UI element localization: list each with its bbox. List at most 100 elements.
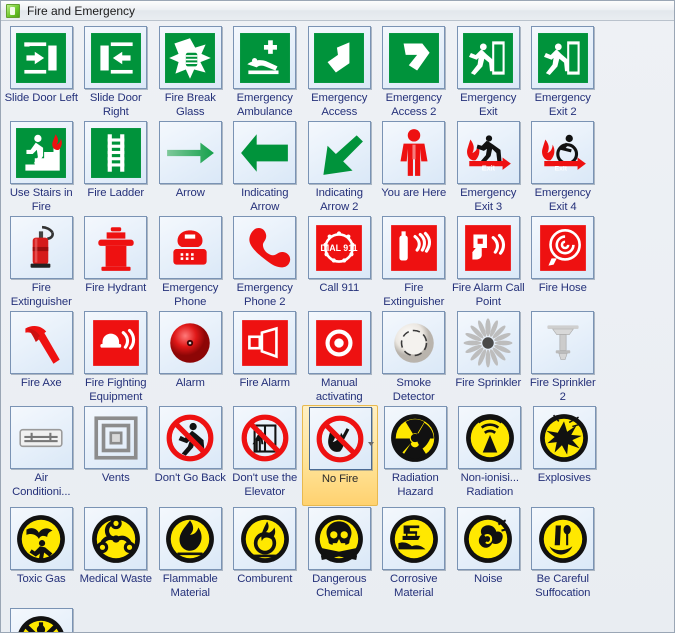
shape-tile[interactable]: Slide Door Left — [4, 25, 79, 120]
shape-tile[interactable]: Use Stairs in Fire — [4, 120, 79, 215]
indicating-arrow-icon[interactable] — [233, 121, 297, 184]
shape-tile[interactable]: Comburent — [228, 506, 303, 607]
shape-tile[interactable]: Indicating Arrow 2 — [302, 120, 377, 215]
shape-tile[interactable]: Fire Extinguisher — [377, 215, 452, 310]
shape-tile[interactable]: Emergency Phone 2 — [228, 215, 303, 310]
emergency-exit-icon[interactable] — [456, 26, 520, 89]
shape-tile[interactable]: Emergency Exit — [451, 25, 526, 120]
shape-tile[interactable]: No Fire — [302, 405, 378, 506]
shape-tile[interactable]: Exit Emergency Exit 3 — [451, 120, 526, 215]
fire-alarm-call-point-icon[interactable] — [456, 216, 520, 279]
noise-icon[interactable] — [456, 507, 520, 570]
dont-go-back-icon[interactable] — [158, 406, 222, 469]
flammable-material-icon[interactable] — [158, 507, 222, 570]
dont-use-elevator-icon[interactable] — [233, 406, 297, 469]
shape-tile[interactable]: DIAL 911 Call 911 — [302, 215, 377, 310]
shape-tile[interactable]: Emergency Ambulance — [228, 25, 303, 120]
shape-tile[interactable]: Fire Fighting Equipment — [79, 310, 154, 405]
shape-tile[interactable]: Manual activating — [302, 310, 377, 405]
shape-tile[interactable]: Dangerous Chemical — [302, 506, 377, 607]
shape-tile-label: Alarm — [175, 377, 205, 389]
emergency-exit-4-icon[interactable]: Exit — [531, 121, 595, 184]
slide-door-right-icon[interactable] — [84, 26, 148, 89]
shape-tile[interactable]: Medical Waste — [79, 506, 154, 607]
shape-tile[interactable]: Air Conditioni... — [4, 405, 79, 500]
shape-tile[interactable]: Emergency Phone — [153, 215, 228, 310]
fire-break-glass-icon[interactable] — [158, 26, 222, 89]
dangerous-chemical-icon[interactable] — [307, 507, 371, 570]
shape-tile[interactable]: Harmful Goods — [4, 607, 79, 632]
shape-tile[interactable]: Alarm — [153, 310, 228, 405]
emergency-access-icon[interactable] — [307, 26, 371, 89]
vents-icon[interactable] — [84, 406, 148, 469]
shape-tile[interactable]: Slide Door Right — [79, 25, 154, 120]
shape-tile[interactable]: Fire Hydrant — [79, 215, 154, 310]
shape-tile[interactable]: Corrosive Material — [377, 506, 452, 601]
shape-tile[interactable]: Fire Extinguisher — [4, 215, 79, 310]
fire-fighting-equipment-icon[interactable] — [84, 311, 148, 374]
fire-sprinkler-icon[interactable] — [456, 311, 520, 374]
shape-tile[interactable]: Fire Alarm Call Point — [451, 215, 526, 310]
fire-ladder-icon[interactable] — [84, 121, 148, 184]
shape-tile[interactable]: Toxic Gas — [4, 506, 79, 607]
shape-tile[interactable]: Smoke Detector — [377, 310, 452, 405]
non-ionising-radiation-icon[interactable] — [458, 406, 522, 469]
emergency-exit-3-icon[interactable]: Exit — [456, 121, 520, 184]
shape-tile[interactable]: Vents — [79, 405, 154, 500]
shape-tile[interactable]: Radiation Hazard — [378, 405, 453, 506]
shape-tile[interactable]: Fire Sprinkler — [451, 310, 526, 405]
shape-tile[interactable]: You are Here — [377, 120, 452, 215]
smoke-detector-icon[interactable] — [382, 311, 446, 374]
chevron-down-icon[interactable] — [368, 442, 374, 446]
shape-tile[interactable]: Emergency Exit 2 — [526, 25, 601, 120]
shape-tile[interactable]: Explosives — [527, 405, 602, 506]
shape-tile[interactable]: Fire Ladder — [79, 120, 154, 215]
shape-tile[interactable]: Arrow — [153, 120, 228, 215]
medical-waste-icon[interactable] — [84, 507, 148, 570]
be-careful-suffocation-icon[interactable] — [531, 507, 595, 570]
alarm-bell-icon[interactable] — [158, 311, 222, 374]
fire-extinguisher-photo-icon[interactable] — [9, 216, 73, 279]
shape-tile[interactable]: Fire Axe — [4, 310, 79, 405]
fire-hydrant-icon[interactable] — [84, 216, 148, 279]
fire-sprinkler-2-icon[interactable] — [531, 311, 595, 374]
shape-tile[interactable]: Flammable Material — [153, 506, 228, 607]
toxic-gas-icon[interactable] — [9, 507, 73, 570]
fire-hose-icon[interactable] — [531, 216, 595, 279]
shape-tile[interactable]: Fire Sprinkler 2 — [526, 310, 601, 405]
emergency-phone-icon[interactable] — [158, 216, 222, 279]
shape-tile[interactable]: Fire Break Glass — [153, 25, 228, 120]
shape-tile[interactable]: Exit Emergency Exit 4 — [526, 120, 601, 215]
call-911-icon[interactable]: DIAL 911 — [307, 216, 371, 279]
emergency-ambulance-icon[interactable] — [233, 26, 297, 89]
harmful-goods-icon[interactable] — [9, 608, 73, 632]
shape-tile[interactable]: Be Careful Suffocation — [526, 506, 601, 601]
shape-tile[interactable]: Noise — [451, 506, 526, 601]
emergency-exit-2-icon[interactable] — [531, 26, 595, 89]
no-fire-icon[interactable] — [308, 407, 372, 470]
you-are-here-icon[interactable] — [382, 121, 446, 184]
indicating-arrow-2-icon[interactable] — [307, 121, 371, 184]
emergency-phone-2-icon[interactable] — [233, 216, 297, 279]
arrow-icon[interactable] — [158, 121, 222, 184]
shape-tile[interactable]: Non-ionisi... Radiation — [453, 405, 528, 506]
air-conditioning-icon[interactable] — [9, 406, 73, 469]
manual-activating-icon[interactable] — [307, 311, 371, 374]
shape-tile[interactable]: Indicating Arrow — [228, 120, 303, 215]
shape-tile[interactable]: Emergency Access 2 — [377, 25, 452, 120]
fire-axe-icon[interactable] — [9, 311, 73, 374]
shape-tile[interactable]: Don't Go Back — [153, 405, 228, 500]
use-stairs-in-fire-icon[interactable] — [9, 121, 73, 184]
shape-tile[interactable]: Fire Alarm — [228, 310, 303, 405]
emergency-access-2-icon[interactable] — [382, 26, 446, 89]
shape-tile[interactable]: Emergency Access — [302, 25, 377, 120]
comburent-icon[interactable] — [233, 507, 297, 570]
shape-tile[interactable]: Fire Hose — [526, 215, 601, 310]
fire-alarm-icon[interactable] — [233, 311, 297, 374]
shape-tile[interactable]: Don't use the Elevator — [228, 405, 303, 500]
explosives-icon[interactable] — [532, 406, 596, 469]
corrosive-material-icon[interactable] — [382, 507, 446, 570]
fire-extinguisher-sign-icon[interactable] — [382, 216, 446, 279]
radiation-hazard-icon[interactable] — [383, 406, 447, 469]
slide-door-left-icon[interactable] — [9, 26, 73, 89]
